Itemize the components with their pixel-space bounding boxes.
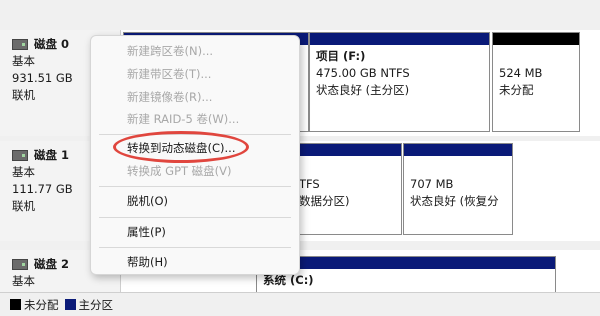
disk-icon [12,150,28,161]
menu-item-properties[interactable]: 属性(P) [127,222,166,242]
menu-item-new-raid5-volume[interactable]: 新建 RAID-5 卷(W)... [127,109,239,129]
menu-separator [99,247,291,248]
legend-item-primary: 主分区 [64,297,114,313]
menu-item-help[interactable]: 帮助(H) [127,252,168,272]
legend: 未分配 主分区 [0,292,600,316]
disk-icon [12,259,28,270]
partition-bar [404,144,512,156]
highlight-ring [113,131,249,163]
partition-size: 475.00 GB NTFS [316,66,410,80]
partition-recovery[interactable]: 707 MB 状态良好 (恢复分 [403,143,513,235]
partition-size: 524 MB [499,66,543,80]
partition-size: TFS [299,177,320,191]
disk-type: 基本 [12,274,35,288]
partition-bar [493,33,579,45]
menu-item-new-spanned-volume[interactable]: 新建跨区卷(N)... [127,41,213,61]
legend-label: 主分区 [78,297,114,312]
partition-status: 状态良好 (主分区) [316,83,410,97]
partition-size: 707 MB [410,177,454,191]
disk-name: 磁盘 1 [34,148,70,162]
menu-item-new-mirrored-volume[interactable]: 新建镜像卷(R)... [127,87,212,107]
partition-status: 未分配 [499,83,534,97]
menu-item-new-striped-volume[interactable]: 新建带区卷(T)... [127,64,211,84]
partition-title: 系统 (C:) [263,273,314,287]
legend-item-unallocated: 未分配 [10,297,59,313]
partition-title: 项目 (F:) [316,49,366,63]
legend-swatch [10,299,21,310]
menu-separator [99,217,291,218]
partition-status: 数据分区) [299,194,350,208]
disk-name: 磁盘 2 [34,257,70,271]
legend-label: 未分配 [24,297,59,312]
menu-separator [99,186,291,187]
partition-bar [310,33,489,45]
disk-name: 磁盘 0 [34,37,70,51]
menu-item-convert-to-gpt[interactable]: 转换成 GPT 磁盘(V) [127,161,232,181]
partition-project-f[interactable]: 项目 (F:) 475.00 GB NTFS 状态良好 (主分区) [309,32,490,132]
partition-system-c[interactable]: 系统 (C:) [256,256,556,296]
partition-status: 状态良好 (恢复分 [410,194,499,208]
partition-unallocated-disk0[interactable]: 524 MB 未分配 [492,32,580,132]
partition-bar [257,257,555,269]
menu-item-offline[interactable]: 脱机(O) [127,191,168,211]
legend-swatch [64,299,76,310]
disk-icon [12,39,28,50]
